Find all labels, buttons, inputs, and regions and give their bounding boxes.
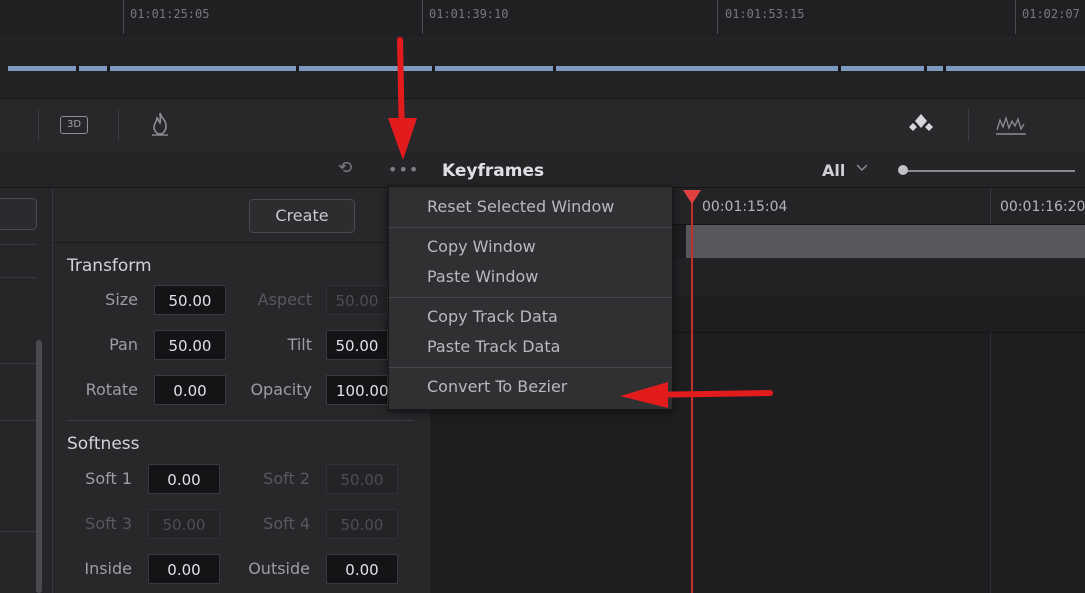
down-arrow-annotation [388, 37, 417, 160]
annotation-arrows [388, 37, 773, 408]
left-arrow-annotation [620, 382, 773, 408]
